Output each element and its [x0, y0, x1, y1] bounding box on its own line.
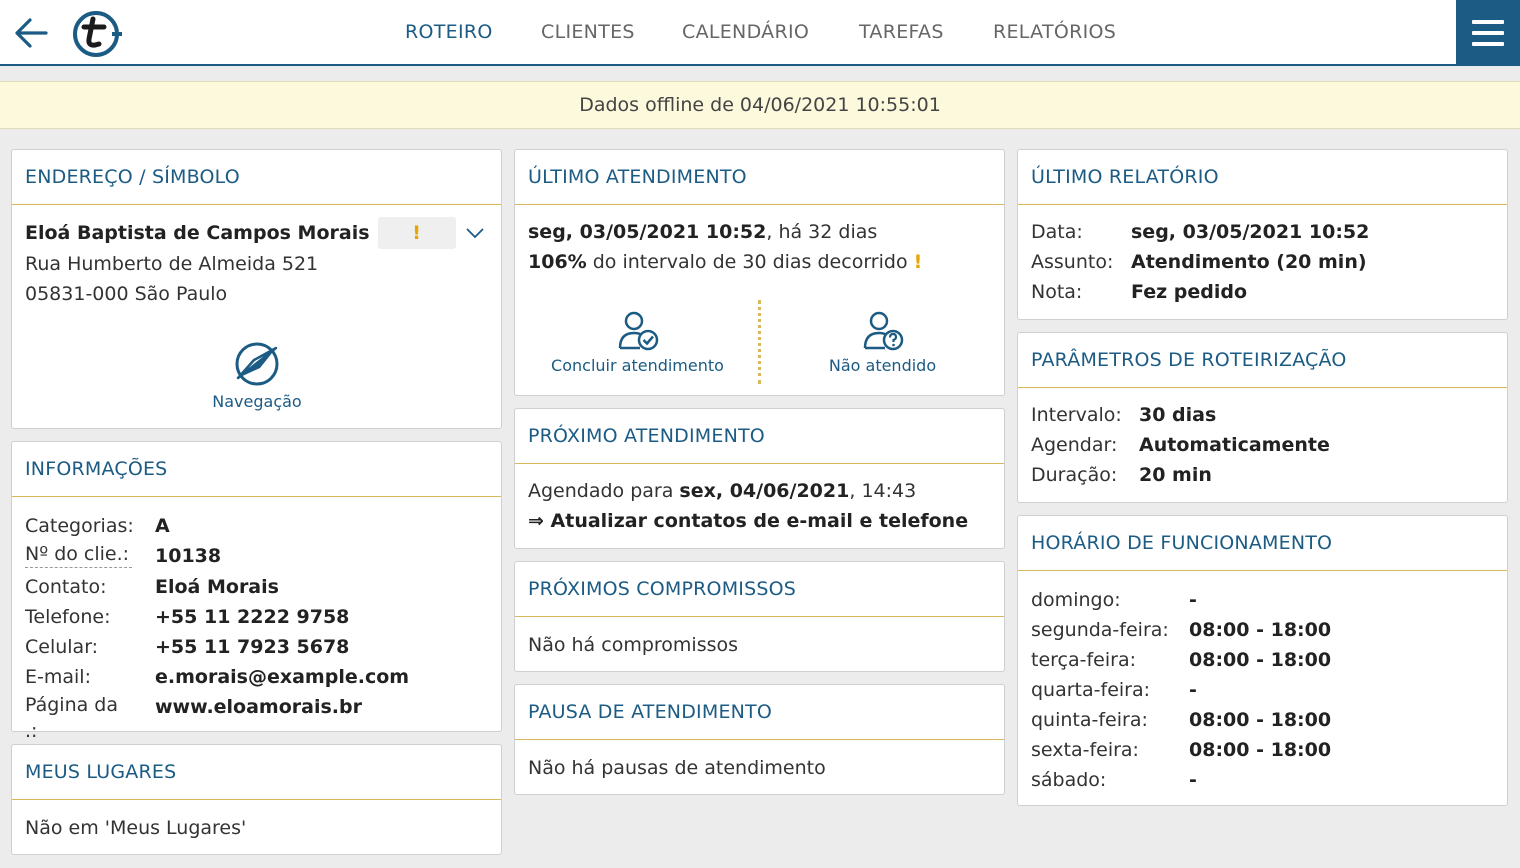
hours-row: terça-feira: 08:00 - 18:00	[1031, 649, 1332, 671]
mobile-link[interactable]: +55 11 7923 5678	[155, 632, 349, 662]
complete-visit-button[interactable]: Concluir atendimento	[545, 310, 730, 375]
info-row: Categorias: A	[25, 515, 170, 537]
city-address: 05831-000 São Paulo	[25, 283, 228, 305]
offline-banner: Dados offline de 04/06/2021 10:55:01	[0, 81, 1520, 129]
warning-icon: !	[412, 222, 421, 244]
interval-text: do intervalo de 30 dias decorrido	[586, 251, 914, 273]
card-title: ENDEREÇO / SÍMBOLO	[12, 150, 501, 205]
info-row: E-mail: e.morais@example.com	[25, 662, 488, 692]
next-visit-time: , 14:43	[849, 480, 917, 502]
info-row: Celular: +55 11 7923 5678	[25, 632, 488, 662]
tab-relatorios[interactable]: RELATÓRIOS	[993, 21, 1116, 43]
report-row: Nota: Fez pedido	[1031, 281, 1248, 303]
interval-percent: 106%	[528, 251, 587, 273]
info-row: Nº do clie.: 10138	[25, 543, 222, 568]
info-card: INFORMAÇÕES Categorias: A Nº do clie.: 101…	[11, 441, 502, 745]
last-visit-ago: , há 32 dias	[766, 221, 878, 243]
appointments-card: PRÓXIMOS COMPROMISSOS Não há compromisso…	[514, 561, 1005, 672]
opening-hours-card: HORÁRIO DE FUNCIONAMENTO domingo: - segun…	[1017, 515, 1508, 806]
street-address: Rua Humberto de Almeida 521	[25, 253, 319, 275]
next-visit-task: ⇒ Atualizar contatos de e-mail e telefon…	[528, 510, 969, 532]
last-report-card: ÚLTIMO RELATÓRIO Data: seg, 03/05/2021 10…	[1017, 149, 1508, 320]
last-visit-date: seg, 03/05/2021 10:52	[528, 221, 767, 243]
info-row: Telefone: +55 11 2222 9758	[25, 602, 488, 632]
hamburger-menu-icon[interactable]	[1456, 0, 1520, 66]
compass-icon	[235, 342, 279, 386]
pause-text: Não há pausas de atendimento	[528, 757, 826, 779]
chevron-down-icon[interactable]	[464, 222, 486, 244]
website-link[interactable]: www.eloamorais.br	[155, 692, 362, 749]
last-visit-card: ÚLTIMO ATENDIMENTO seg, 03/05/2021 10:52…	[514, 149, 1005, 396]
next-visit-date: sex, 04/06/2021	[679, 480, 850, 502]
report-row: Data: seg, 03/05/2021 10:52	[1031, 221, 1370, 243]
warning-badge[interactable]: !	[377, 217, 456, 249]
hours-row: domingo: -	[1031, 589, 1197, 611]
top-bar: ROTEIRO CLIENTES CALENDÁRIO TAREFAS RELA…	[0, 0, 1520, 66]
warning-icon: !	[913, 251, 923, 273]
routing-row: Agendar: Automaticamente	[1031, 434, 1330, 456]
back-arrow-icon[interactable]	[12, 14, 50, 52]
user-question-icon	[863, 311, 903, 351]
hours-row: sábado: -	[1031, 769, 1197, 791]
hours-row: segunda-feira: 08:00 - 18:00	[1031, 619, 1332, 641]
routing-row: Intervalo: 30 dias	[1031, 404, 1217, 426]
appointments-text: Não há compromissos	[528, 634, 739, 656]
tab-clientes[interactable]: CLIENTES	[541, 21, 635, 43]
card-title: ÚLTIMO ATENDIMENTO	[515, 150, 1004, 205]
not-attended-label: Não atendido	[828, 356, 937, 375]
tab-roteiro[interactable]: ROTEIRO	[405, 21, 493, 43]
next-visit-card: PRÓXIMO ATENDIMENTO Agendado para sex, 0…	[514, 408, 1005, 549]
tab-calendario[interactable]: CALENDÁRIO	[682, 21, 809, 43]
pause-card: PAUSA DE ATENDIMENTO Não há pausas de at…	[514, 684, 1005, 795]
report-row: Assunto: Atendimento (20 min)	[1031, 251, 1367, 273]
hours-row: quarta-feira: -	[1031, 679, 1197, 701]
navigation-label: Navegação	[212, 392, 302, 411]
tab-tarefas[interactable]: TAREFAS	[859, 21, 944, 43]
hours-row: sexta-feira: 08:00 - 18:00	[1031, 739, 1332, 761]
address-card: ENDEREÇO / SÍMBOLO Eloá Baptista de Camp…	[11, 149, 502, 429]
card-title: HORÁRIO DE FUNCIONAMENTO	[1018, 516, 1507, 571]
phone-link[interactable]: +55 11 2222 9758	[155, 602, 349, 632]
divider	[758, 300, 761, 384]
email-link[interactable]: e.morais@example.com	[155, 662, 409, 692]
card-title: ÚLTIMO RELATÓRIO	[1018, 150, 1507, 205]
scheduled-prefix: Agendado para	[528, 480, 680, 502]
t-logo-icon[interactable]	[70, 9, 122, 59]
card-title: MEUS LUGARES	[12, 745, 501, 800]
info-row: Página da .: www.eloamorais.br	[25, 692, 488, 749]
card-title: PARÂMETROS DE ROTEIRIZAÇÃO	[1018, 333, 1507, 388]
card-title: PAUSA DE ATENDIMENTO	[515, 685, 1004, 740]
client-name: Eloá Baptista de Campos Morais	[25, 222, 370, 244]
info-row: Contato: Eloá Morais	[25, 576, 279, 598]
complete-visit-label: Concluir atendimento	[551, 356, 724, 375]
card-title: PRÓXIMOS COMPROMISSOS	[515, 562, 1004, 617]
places-text: Não em 'Meus Lugares'	[25, 817, 247, 839]
places-card: MEUS LUGARES Não em 'Meus Lugares'	[11, 744, 502, 855]
card-title: PRÓXIMO ATENDIMENTO	[515, 409, 1004, 464]
card-title: INFORMAÇÕES	[12, 442, 501, 497]
routing-card: PARÂMETROS DE ROTEIRIZAÇÃO Intervalo: 30 …	[1017, 332, 1508, 503]
hours-row: quinta-feira: 08:00 - 18:00	[1031, 709, 1332, 731]
not-attended-button[interactable]: Não atendido	[805, 310, 960, 375]
user-check-icon	[618, 311, 658, 351]
navigation-button[interactable]: Navegação	[202, 340, 312, 411]
routing-row: Duração: 20 min	[1031, 464, 1212, 486]
